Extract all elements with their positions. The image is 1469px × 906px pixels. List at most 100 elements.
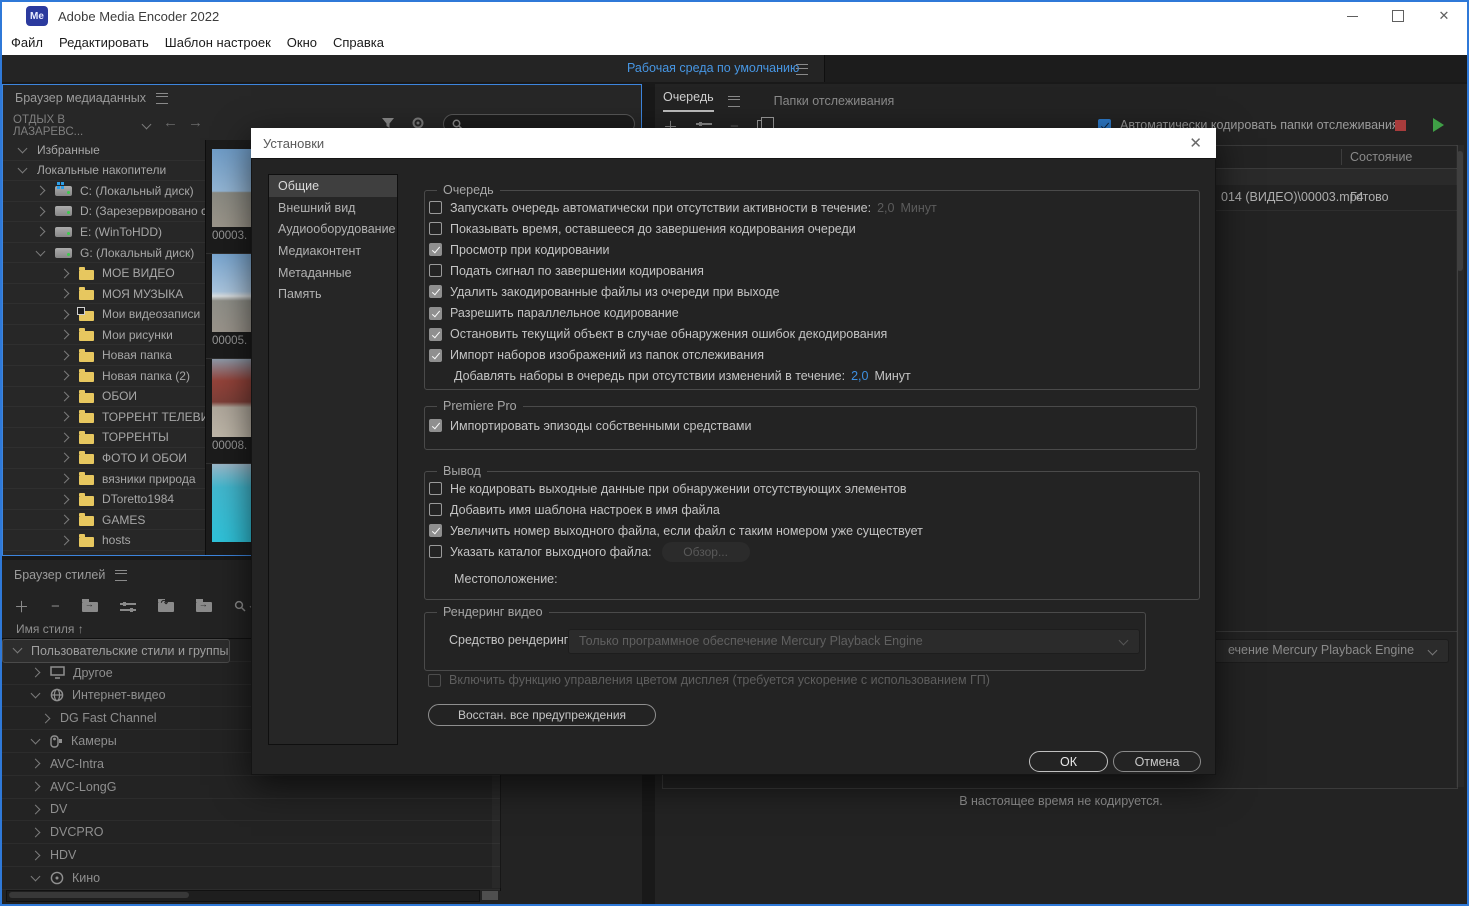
- checkbox-skip-missing-elements[interactable]: [429, 482, 442, 495]
- chevron-right-icon[interactable]: [41, 713, 51, 723]
- maximize-button[interactable]: [1375, 2, 1421, 30]
- tree-item-folder[interactable]: Новая папка (2): [3, 366, 205, 387]
- checkbox-auto-start-queue[interactable]: [429, 201, 442, 214]
- tree-item-folder[interactable]: вязники природа: [3, 469, 205, 490]
- tree-item-folder[interactable]: Мои видеозаписи: [3, 304, 205, 325]
- menu-help[interactable]: Справка: [325, 35, 392, 50]
- start-queue-icon[interactable]: [1433, 118, 1444, 132]
- category-appearance[interactable]: Внешний вид: [269, 197, 397, 219]
- chevron-right-icon[interactable]: [31, 805, 41, 815]
- tab-watch-folders[interactable]: Папки отслеживания: [774, 94, 895, 108]
- new-preset-icon[interactable]: ＋: [14, 596, 29, 617]
- tree-item-folder[interactable]: ФОТО И ОБОИ: [3, 448, 205, 469]
- tree-item-favorites[interactable]: Избранные: [3, 140, 205, 161]
- tree-item-folder[interactable]: DToretto1984: [3, 489, 205, 510]
- chevron-right-icon[interactable]: [31, 782, 41, 792]
- chevron-right-icon[interactable]: [31, 850, 41, 860]
- checkbox-import-image-sequences[interactable]: [429, 349, 442, 362]
- import-preset-icon[interactable]: [158, 602, 174, 612]
- cancel-button[interactable]: Отмена: [1113, 751, 1201, 772]
- new-group-icon[interactable]: [82, 602, 98, 612]
- menu-window[interactable]: Окно: [279, 35, 325, 50]
- checkbox-import-sequences-natively[interactable]: [429, 419, 442, 432]
- tree-item-folder[interactable]: ОБОИ: [3, 387, 205, 408]
- checkbox-show-remaining-time[interactable]: [429, 222, 442, 235]
- chevron-right-icon[interactable]: [60, 494, 70, 504]
- tree-item-drive-e[interactable]: E: (WinToHDD): [3, 222, 205, 243]
- chevron-down-icon[interactable]: [31, 689, 41, 699]
- preset-item-cinema[interactable]: Кино: [2, 867, 500, 890]
- tree-item-drive-d[interactable]: D: (Зарезервировано с: [3, 202, 205, 223]
- panel-menu-icon[interactable]: [156, 93, 168, 104]
- menu-file[interactable]: Файл: [3, 35, 51, 50]
- chevron-down-icon[interactable]: [18, 164, 28, 174]
- checkbox-stop-on-decode-errors[interactable]: [429, 328, 442, 341]
- chevron-down-icon[interactable]: [18, 143, 28, 153]
- chevron-right-icon[interactable]: [60, 330, 70, 340]
- panel-menu-icon[interactable]: [728, 96, 740, 107]
- chevron-right-icon[interactable]: [31, 668, 41, 678]
- checkbox-append-preset-name[interactable]: [429, 503, 442, 516]
- ok-button[interactable]: ОК: [1029, 751, 1108, 772]
- tab-queue[interactable]: Очередь: [663, 90, 714, 112]
- chevron-right-icon[interactable]: [60, 309, 70, 319]
- preset-settings-icon[interactable]: [120, 602, 136, 612]
- workspace-menu-icon[interactable]: [796, 64, 808, 75]
- panel-menu-icon[interactable]: [115, 570, 127, 581]
- location-dropdown[interactable]: ОТДЫХ В ЛАЗАРЕВС...: [13, 115, 161, 136]
- category-memory[interactable]: Память: [269, 283, 397, 305]
- category-general[interactable]: Общие: [269, 175, 397, 197]
- chevron-right-icon[interactable]: [31, 759, 41, 769]
- chevron-right-icon[interactable]: [60, 535, 70, 545]
- forward-arrow-icon[interactable]: →: [188, 114, 203, 131]
- chevron-right-icon[interactable]: [60, 391, 70, 401]
- chevron-right-icon[interactable]: [36, 227, 46, 237]
- delete-preset-icon[interactable]: −: [51, 598, 60, 615]
- chevron-right-icon[interactable]: [31, 827, 41, 837]
- chevron-right-icon[interactable]: [60, 289, 70, 299]
- chevron-right-icon[interactable]: [36, 206, 46, 216]
- preset-group-user[interactable]: Пользовательские стили и группы: [2, 639, 230, 663]
- chevron-right-icon[interactable]: [60, 412, 70, 422]
- export-preset-icon[interactable]: [196, 602, 212, 612]
- stop-queue-icon[interactable]: [1395, 120, 1406, 131]
- checkbox-specify-output-folder[interactable]: [429, 545, 442, 558]
- preset-sort-header[interactable]: Имя стиля ↑: [16, 622, 84, 636]
- workspace-tab[interactable]: Рабочая среда по умолчанию: [2, 55, 825, 82]
- back-arrow-icon[interactable]: ←: [163, 114, 178, 131]
- minimize-button[interactable]: [1329, 2, 1375, 30]
- workspace-tab-label[interactable]: Рабочая среда по умолчанию: [627, 61, 799, 75]
- chevron-right-icon[interactable]: [36, 186, 46, 196]
- chevron-right-icon[interactable]: [60, 350, 70, 360]
- scrollbar-thumb[interactable]: [1457, 151, 1463, 271]
- close-button[interactable]: ✕: [1421, 2, 1467, 30]
- tree-item-folder[interactable]: МОЕ ВИДЕО: [3, 263, 205, 284]
- tree-item-drive-g[interactable]: G: (Локальный диск): [3, 243, 205, 264]
- checkbox-remove-completed-files[interactable]: [429, 285, 442, 298]
- checkbox-beep-when-finished[interactable]: [429, 264, 442, 277]
- chevron-down-icon[interactable]: [31, 871, 41, 881]
- queue-scrollbar[interactable]: [1456, 145, 1464, 787]
- pref-value-editable[interactable]: 2,0: [851, 369, 868, 383]
- tree-item-local-drives[interactable]: Локальные накопители: [3, 161, 205, 182]
- status-column-header[interactable]: Состояние: [1350, 150, 1412, 164]
- tree-item-folder[interactable]: GAMES: [3, 510, 205, 531]
- tree-item-folder[interactable]: Мои рисунки: [3, 325, 205, 346]
- chevron-right-icon[interactable]: [60, 474, 70, 484]
- category-audio-hardware[interactable]: Аудиооборудование: [269, 218, 397, 240]
- category-metadata[interactable]: Метаданные: [269, 262, 397, 284]
- tree-item-folder[interactable]: Новая папка: [3, 345, 205, 366]
- reset-warnings-button[interactable]: Восстан. все предупреждения: [428, 704, 656, 726]
- preset-item-dvcpro[interactable]: DVCPRO: [2, 821, 500, 844]
- checkbox-increment-output-name[interactable]: [429, 524, 442, 537]
- dialog-close-icon[interactable]: ✕: [1185, 134, 1206, 152]
- preset-horizontal-scrollbar[interactable]: [6, 890, 480, 902]
- chevron-right-icon[interactable]: [60, 453, 70, 463]
- checkbox-parallel-encoding[interactable]: [429, 307, 442, 320]
- chevron-right-icon[interactable]: [60, 515, 70, 525]
- chevron-right-icon[interactable]: [60, 432, 70, 442]
- menu-preset[interactable]: Шаблон настроек: [157, 35, 279, 50]
- tree-item-folder[interactable]: ТОРРЕНТ ТЕЛЕВИД: [3, 407, 205, 428]
- checkbox-preview-while-encoding[interactable]: [429, 243, 442, 256]
- chevron-down-icon[interactable]: [31, 735, 41, 745]
